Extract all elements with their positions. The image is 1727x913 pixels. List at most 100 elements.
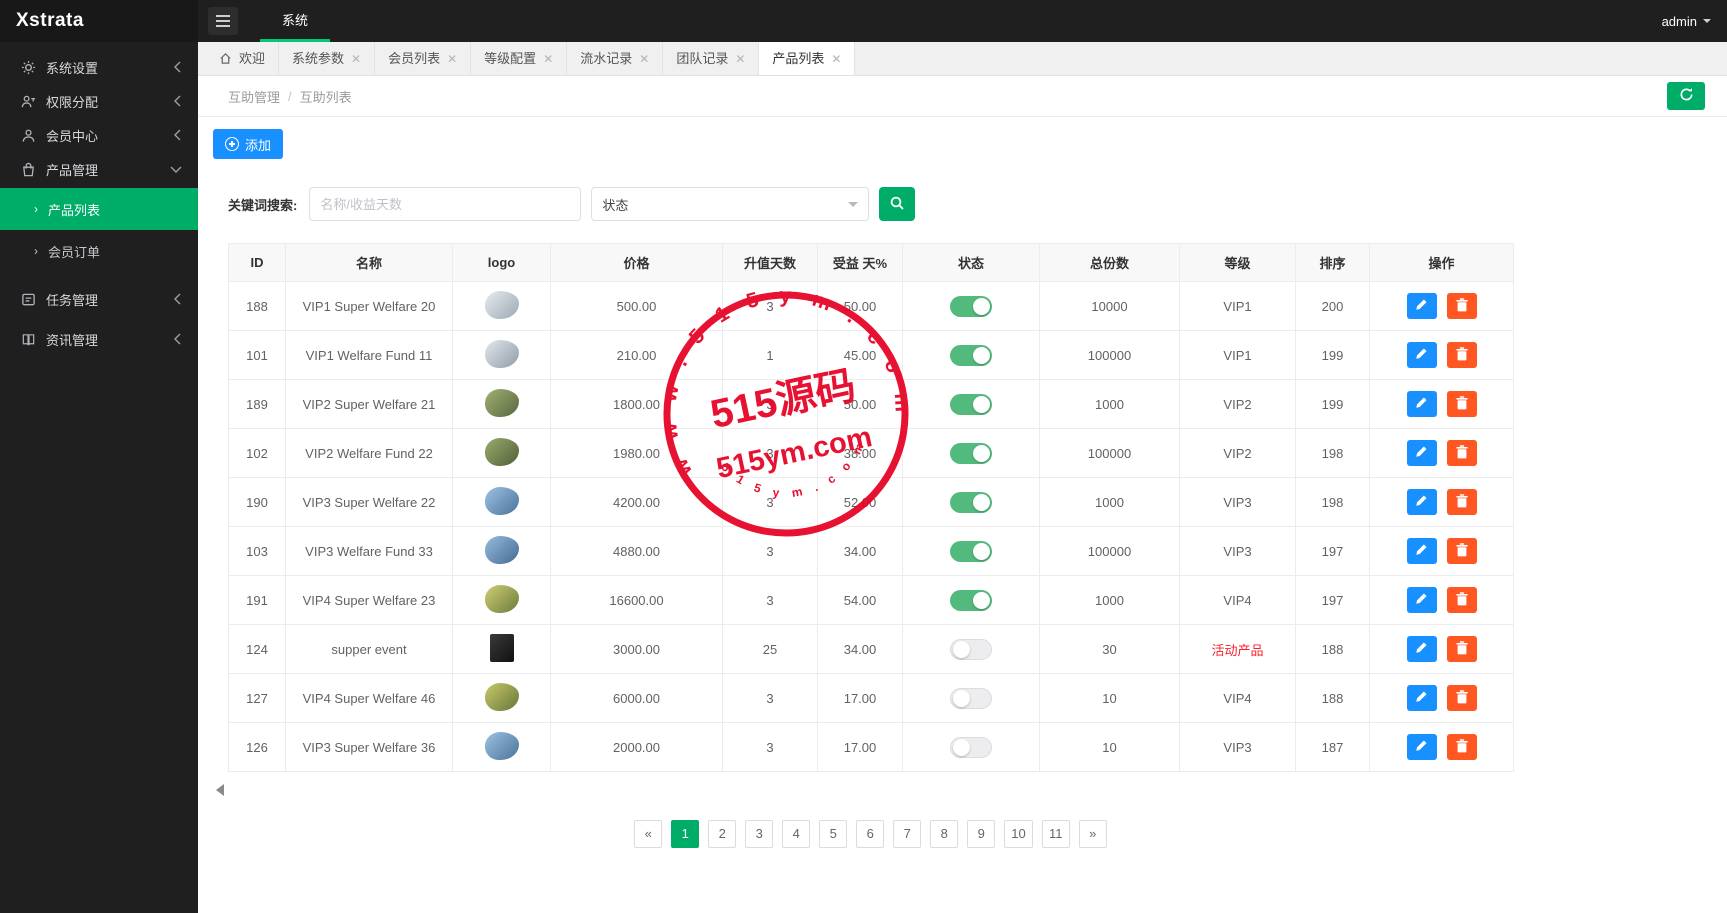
level-badge: VIP3 bbox=[1223, 739, 1252, 755]
pagination-page-8[interactable]: 8 bbox=[930, 820, 959, 848]
sidebar-item-member-orders[interactable]: › 会员订单 bbox=[0, 230, 198, 272]
tab-系统参数[interactable]: 系统参数 ✕ bbox=[279, 42, 376, 75]
status-toggle[interactable] bbox=[950, 540, 992, 562]
tab-等级配置[interactable]: 等级配置 ✕ bbox=[471, 42, 568, 75]
pagination-page-5[interactable]: 5 bbox=[819, 820, 848, 848]
tab-产品列表[interactable]: 产品列表 ✕ bbox=[759, 42, 856, 75]
cell-days: 25 bbox=[722, 624, 818, 674]
scroll-left-arrow[interactable] bbox=[216, 784, 224, 796]
topnav-item-system[interactable]: 系统 bbox=[260, 0, 331, 42]
sidebar-item-news-management[interactable]: 资讯管理 bbox=[0, 322, 198, 356]
edit-button[interactable] bbox=[1406, 391, 1437, 417]
sidebar-item-product-list[interactable]: › 产品列表 bbox=[0, 188, 198, 230]
add-button[interactable]: 添加 bbox=[213, 129, 284, 159]
pagination-next[interactable]: » bbox=[1078, 820, 1107, 848]
tab-close-icon[interactable]: ✕ bbox=[447, 53, 457, 65]
edit-button[interactable] bbox=[1406, 636, 1437, 662]
breadcrumb-row: 互助管理 / 互助列表 bbox=[198, 76, 1727, 117]
edit-button[interactable] bbox=[1406, 538, 1437, 564]
tab-团队记录[interactable]: 团队记录 ✕ bbox=[663, 42, 760, 75]
status-select[interactable]: 状态 bbox=[591, 187, 870, 221]
tab-close-icon[interactable]: ✕ bbox=[831, 53, 841, 65]
cell-days: 3 bbox=[722, 575, 818, 625]
tab-欢迎[interactable]: 欢迎 bbox=[206, 42, 280, 75]
trash-icon bbox=[1455, 444, 1468, 462]
pagination-page-1[interactable]: 1 bbox=[671, 820, 700, 848]
tab-会员列表[interactable]: 会员列表 ✕ bbox=[375, 42, 472, 75]
status-toggle[interactable] bbox=[950, 687, 992, 709]
edit-button[interactable] bbox=[1406, 342, 1437, 368]
sidebar-item-member-center[interactable]: 会员中心 bbox=[0, 118, 198, 152]
pagination-page-4[interactable]: 4 bbox=[782, 820, 811, 848]
sidebar-toggle-button[interactable] bbox=[208, 7, 238, 35]
status-toggle[interactable] bbox=[950, 442, 992, 464]
status-toggle[interactable] bbox=[950, 393, 992, 415]
status-toggle[interactable] bbox=[950, 736, 992, 758]
pagination-page-2[interactable]: 2 bbox=[708, 820, 737, 848]
sidebar-item-system-settings[interactable]: 系统设置 bbox=[0, 50, 198, 84]
product-logo-image bbox=[489, 633, 514, 662]
product-logo-image bbox=[484, 290, 519, 319]
pagination-page-6[interactable]: 6 bbox=[856, 820, 885, 848]
pagination-page-3[interactable]: 3 bbox=[745, 820, 774, 848]
pagination-page-7[interactable]: 7 bbox=[893, 820, 922, 848]
pagination-prev[interactable]: « bbox=[634, 820, 663, 848]
cell-total: 100000 bbox=[1039, 330, 1180, 380]
user-menu[interactable]: admin bbox=[1662, 14, 1711, 29]
pagination-page-9[interactable]: 9 bbox=[967, 820, 996, 848]
breadcrumb-parent[interactable]: 互助管理 bbox=[228, 87, 280, 106]
status-toggle[interactable] bbox=[950, 295, 992, 317]
tab-close-icon[interactable]: ✕ bbox=[639, 53, 649, 65]
table-row: 126 VIP3 Super Welfare 36 2000.00 3 17.00 10 V… bbox=[228, 722, 1514, 772]
status-toggle[interactable] bbox=[950, 344, 992, 366]
edit-button[interactable] bbox=[1406, 685, 1437, 711]
delete-button[interactable] bbox=[1446, 489, 1477, 515]
cell-name: VIP3 Super Welfare 22 bbox=[285, 477, 453, 527]
chevron-down-icon bbox=[848, 201, 859, 207]
delete-button[interactable] bbox=[1446, 440, 1477, 466]
cell-days: 3 bbox=[722, 281, 818, 331]
delete-button[interactable] bbox=[1446, 342, 1477, 368]
cell-sort: 200 bbox=[1295, 281, 1370, 331]
tab-流水记录[interactable]: 流水记录 ✕ bbox=[567, 42, 664, 75]
tab-close-icon[interactable]: ✕ bbox=[543, 53, 553, 65]
edit-icon bbox=[1415, 739, 1428, 755]
edit-button[interactable] bbox=[1406, 293, 1437, 319]
tab-close-icon[interactable]: ✕ bbox=[735, 53, 745, 65]
delete-button[interactable] bbox=[1446, 538, 1477, 564]
delete-button[interactable] bbox=[1446, 685, 1477, 711]
tab-label: 会员列表 bbox=[388, 51, 441, 66]
delete-button[interactable] bbox=[1446, 391, 1477, 417]
table-row: 190 VIP3 Super Welfare 22 4200.00 3 52.00 100… bbox=[228, 477, 1514, 527]
caret-down-icon bbox=[1703, 19, 1711, 23]
edit-button[interactable] bbox=[1406, 440, 1437, 466]
edit-button[interactable] bbox=[1406, 734, 1437, 760]
tab-close-icon[interactable]: ✕ bbox=[351, 53, 361, 65]
status-toggle[interactable] bbox=[950, 638, 992, 660]
pagination-page-10[interactable]: 10 bbox=[1004, 820, 1033, 848]
pagination-page-11[interactable]: 11 bbox=[1041, 820, 1070, 848]
delete-button[interactable] bbox=[1446, 636, 1477, 662]
delete-button[interactable] bbox=[1446, 734, 1477, 760]
refresh-button[interactable] bbox=[1667, 82, 1705, 110]
column-header: 状态 bbox=[902, 243, 1040, 282]
cell-id: 188 bbox=[228, 281, 286, 331]
sidebar-item-permissions[interactable]: 权限分配 bbox=[0, 84, 198, 118]
toggle-knob bbox=[973, 493, 990, 511]
delete-button[interactable] bbox=[1446, 587, 1477, 613]
sidebar-item-task-management[interactable]: 任务管理 bbox=[0, 282, 198, 316]
cell-id: 124 bbox=[228, 624, 286, 674]
status-toggle[interactable] bbox=[950, 491, 992, 513]
search-button[interactable] bbox=[879, 187, 916, 221]
delete-button[interactable] bbox=[1446, 293, 1477, 319]
cell-rate: 54.00 bbox=[817, 575, 903, 625]
edit-button[interactable] bbox=[1406, 587, 1437, 613]
edit-button[interactable] bbox=[1406, 489, 1437, 515]
cell-total: 1000 bbox=[1039, 379, 1180, 429]
status-toggle[interactable] bbox=[950, 589, 992, 611]
column-header: ID bbox=[228, 243, 286, 282]
cell-logo bbox=[452, 281, 551, 331]
keyword-input[interactable] bbox=[309, 187, 582, 221]
sidebar-item-product-management[interactable]: 产品管理 bbox=[0, 152, 198, 186]
cell-ops bbox=[1369, 477, 1514, 527]
